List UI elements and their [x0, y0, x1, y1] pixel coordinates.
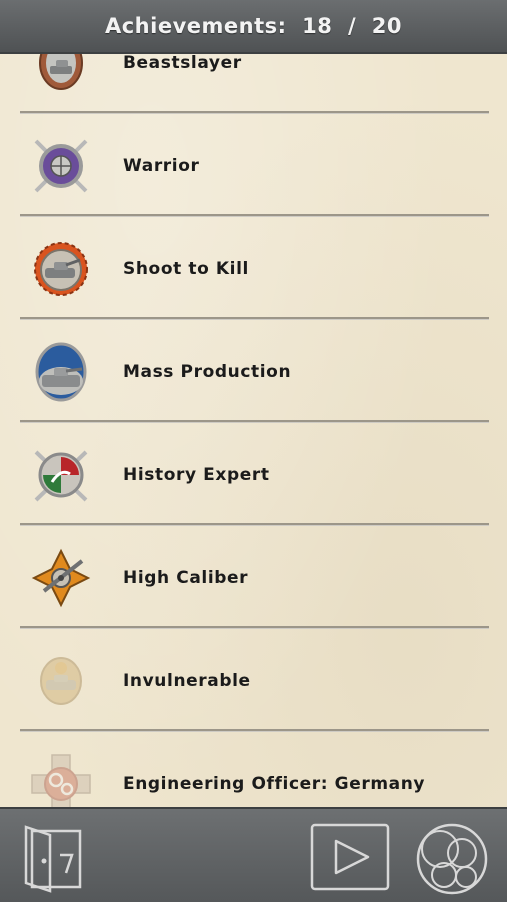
achievement-row-beastslayer[interactable]: Beastslayer	[0, 52, 507, 114]
achievement-label: Warrior	[123, 155, 200, 176]
page-title: Achievements: 18 / 20	[104, 14, 403, 38]
achievement-label: History Expert	[123, 464, 270, 485]
achievement-label: Invulnerable	[123, 670, 251, 691]
mass-production-medal-icon	[35, 342, 87, 401]
engineering-officer-medal-icon	[31, 753, 91, 807]
history-expert-medal-icon	[34, 450, 88, 501]
achievement-row-history-expert[interactable]: History Expert	[0, 423, 507, 526]
achievement-row-high-caliber[interactable]: High Caliber	[0, 526, 507, 629]
high-caliber-medal-icon	[31, 548, 91, 607]
achievement-row-mass-production[interactable]: Mass Production	[0, 320, 507, 423]
achievement-row-shoot-to-kill[interactable]: Shoot to Kill	[0, 217, 507, 320]
achievement-row-warrior[interactable]: Warrior	[0, 114, 507, 217]
invulnerable-medal-icon	[40, 656, 82, 705]
shoot-to-kill-medal-icon	[34, 241, 88, 296]
bottom-toolbar	[0, 807, 507, 902]
achievement-label: Engineering Officer: Germany	[123, 773, 426, 794]
exit-door-icon[interactable]	[20, 821, 86, 893]
play-icon[interactable]	[310, 823, 390, 891]
achievement-row-invulnerable[interactable]: Invulnerable	[0, 629, 507, 732]
achievement-label: Beastslayer	[123, 52, 242, 73]
achievement-label: Shoot to Kill	[123, 258, 249, 279]
achievement-label: High Caliber	[123, 567, 249, 588]
game-center-icon[interactable]	[414, 821, 490, 897]
beastslayer-medal-icon	[39, 52, 83, 90]
achievement-row-engineering-officer-germany[interactable]: Engineering Officer: Germany	[0, 732, 507, 807]
achievements-list[interactable]: Beastslayer Warrior Shoot to Kill Mass P…	[0, 52, 507, 807]
achievement-label: Mass Production	[123, 361, 292, 382]
warrior-medal-icon	[34, 139, 88, 192]
header-bar: Achievements: 18 / 20	[0, 0, 507, 54]
